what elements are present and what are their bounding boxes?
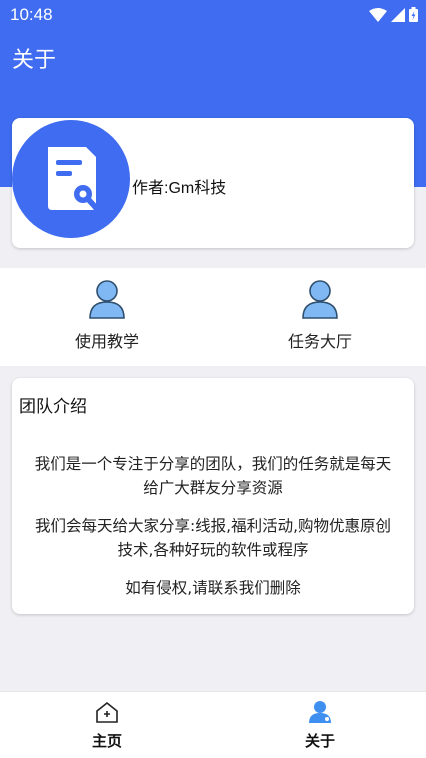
avatar xyxy=(12,120,130,238)
team-intro-card: 团队介绍 我们是一个专注于分享的团队，我们的任务就是每天给广大群友分享资源 我们… xyxy=(12,378,414,614)
nav-about-label: 关于 xyxy=(304,732,335,750)
team-paragraph: 我们是一个专注于分享的团队，我们的任务就是每天给广大群友分享资源 xyxy=(34,455,392,497)
page-title: 关于 xyxy=(12,48,57,73)
signal-icon xyxy=(391,7,405,22)
tutorial-label: 使用教学 xyxy=(74,332,139,351)
quick-actions: 使用教学 任务大厅 xyxy=(0,268,426,366)
nav-home-label: 主页 xyxy=(91,732,122,750)
about-icon xyxy=(309,701,331,723)
team-paragraph: 我们会每天给大家分享:线报,福利活动,购物优惠原创技术,各种好玩的软件或程序 xyxy=(34,517,392,559)
task-hall-label: 任务大厅 xyxy=(287,332,352,351)
team-title: 团队介绍 xyxy=(19,397,87,417)
battery-icon xyxy=(409,7,418,22)
bottom-nav: 主页 关于 xyxy=(0,691,426,758)
wifi-icon xyxy=(369,7,387,22)
status-bar: 10:48 xyxy=(0,0,426,30)
team-paragraph: 如有侵权,请联系我们删除 xyxy=(125,579,301,597)
nav-home[interactable]: 主页 xyxy=(67,700,147,751)
author-label: 作者:Gm科技 xyxy=(132,180,227,197)
team-description: 我们是一个专注于分享的团队，我们的任务就是每天给广大群友分享资源 我们会每天给大… xyxy=(12,452,414,614)
task-hall-button[interactable]: 任务大厅 xyxy=(250,278,390,352)
status-time: 10:48 xyxy=(10,5,53,24)
document-wrench-icon xyxy=(48,147,100,212)
home-icon xyxy=(96,701,118,723)
user-icon xyxy=(89,280,125,319)
user-icon xyxy=(302,280,338,319)
status-icons xyxy=(369,7,418,22)
nav-about[interactable]: 关于 xyxy=(280,700,360,751)
tutorial-button[interactable]: 使用教学 xyxy=(37,278,177,352)
